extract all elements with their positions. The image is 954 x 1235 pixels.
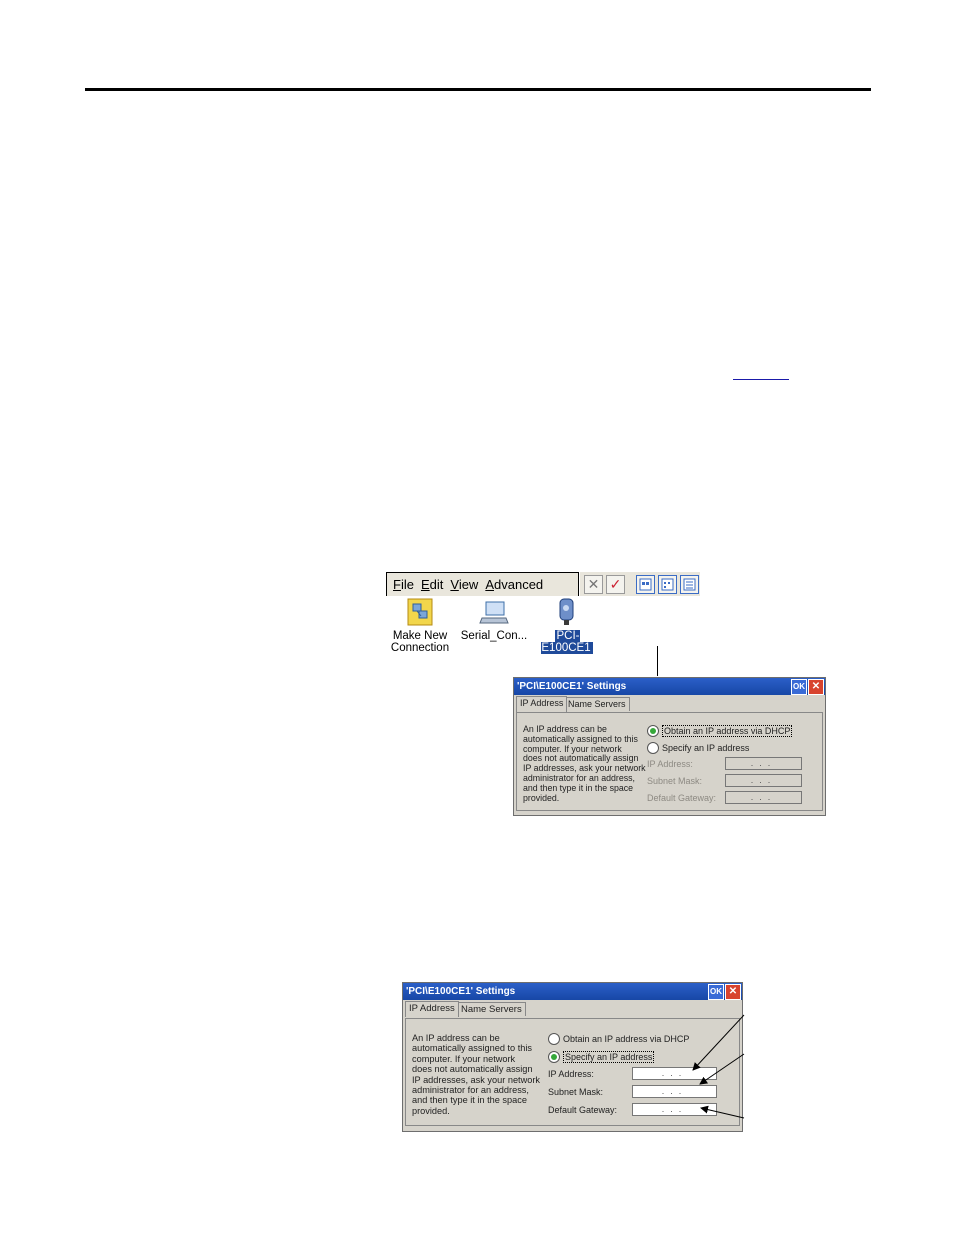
delete-icon[interactable]: ✕ [584, 575, 603, 594]
desc-line: does not automatically assign [412, 1064, 533, 1075]
ok-button[interactable]: OK [791, 679, 807, 695]
description-text: An IP address can be automatically assig… [412, 1033, 546, 1116]
default-gateway-label: Default Gateway: [647, 793, 717, 803]
ip-address-label: IP Address: [548, 1069, 594, 1079]
menubar: File Edit View Advanced [386, 572, 579, 597]
ip-address-field[interactable]: ... [632, 1067, 717, 1080]
serial-connection-label: Serial_Con... [460, 630, 528, 642]
tab-panel: An IP address can be automatically assig… [516, 712, 823, 811]
radio-obtain-dhcp[interactable]: Obtain an IP address via DHCP [647, 725, 793, 737]
desc-line: computer. If your network [412, 1053, 516, 1064]
subnet-mask-field[interactable]: ... [725, 774, 802, 787]
make-new-connection-label-1: Make New [392, 630, 448, 642]
default-gateway-field[interactable]: ... [725, 791, 802, 804]
top-rule [85, 88, 871, 91]
dialog-titlebar: 'PCI\E100CE1' Settings OK ✕ [403, 983, 742, 1000]
radio-obtain-dhcp[interactable]: Obtain an IP address via DHCP [548, 1033, 689, 1045]
details-view-icon[interactable] [680, 575, 699, 594]
pci-e100ce1-label: PCI-E100CE1 [541, 630, 593, 654]
tab-name-servers[interactable]: Name Servers [457, 1002, 526, 1016]
desc-line: An IP address can be [412, 1033, 500, 1043]
subnet-mask-field[interactable]: ... [632, 1085, 717, 1098]
default-gateway-label: Default Gateway: [548, 1105, 618, 1115]
radio-button[interactable] [647, 725, 659, 737]
properties-icon[interactable]: ✓ [606, 575, 625, 594]
make-new-connection[interactable]: Make New Connection [387, 596, 453, 654]
radio-label: Specify an IP address [662, 743, 750, 753]
tab-ip-address[interactable]: IP Address [516, 696, 568, 712]
close-button[interactable]: ✕ [808, 679, 824, 695]
make-new-connection-icon [404, 596, 436, 628]
subnet-mask-label: Subnet Mask: [548, 1087, 604, 1097]
menu-advanced[interactable]: Advanced [485, 577, 543, 592]
radio-button[interactable] [548, 1051, 560, 1063]
dialog-title: 'PCI\E100CE1' Settings [517, 681, 627, 692]
radio-label: Obtain an IP address via DHCP [662, 725, 793, 737]
radio-specify-ip[interactable]: Specify an IP address [647, 742, 749, 754]
settings-dialog-dhcp: 'PCI\E100CE1' Settings OK ✕ IP Address N… [513, 677, 826, 816]
serial-connection[interactable]: Serial_Con... [458, 596, 530, 642]
radio-button[interactable] [647, 742, 659, 754]
desc-line: provided. [523, 792, 560, 803]
desc-line: administrator for an address, [412, 1085, 529, 1096]
desc-line: and then type it in the space [412, 1095, 527, 1106]
tab-name-servers[interactable]: Name Servers [564, 697, 630, 711]
large-icons-view-icon[interactable] [636, 575, 655, 594]
toolbar: ✕ ✓ [580, 572, 700, 596]
default-gateway-field[interactable]: ... [632, 1103, 717, 1116]
settings-dialog-static: 'PCI\E100CE1' Settings OK ✕ IP Address N… [402, 982, 743, 1132]
radio-label: Specify an IP address [563, 1051, 655, 1063]
description-text: An IP address can be automatically assig… [523, 724, 651, 803]
connections-folder: Make New Connection Serial_Con... PCI-E1… [385, 596, 703, 666]
tab-ip-address[interactable]: IP Address [405, 1001, 459, 1017]
subnet-mask-label: Subnet Mask: [647, 776, 703, 786]
menu-edit[interactable]: Edit [421, 577, 443, 592]
ip-address-field[interactable]: ... [725, 757, 802, 770]
hyperlink-underline[interactable] [733, 379, 789, 380]
radio-label: Obtain an IP address via DHCP [563, 1034, 690, 1044]
menu-file[interactable]: File [393, 577, 414, 592]
desc-line: automatically assigned to this [412, 1043, 533, 1054]
network-adapter-icon [551, 596, 583, 628]
dialog-title: 'PCI\E100CE1' Settings [406, 986, 516, 997]
tab-panel: An IP address can be automatically assig… [405, 1018, 740, 1126]
make-new-connection-label-2: Connection [390, 642, 450, 654]
callout-connector-line [657, 646, 658, 676]
desc-line: IP addresses, ask your network [412, 1074, 541, 1085]
desc-line: provided. [412, 1105, 450, 1116]
radio-specify-ip[interactable]: Specify an IP address [548, 1051, 655, 1063]
ip-address-label: IP Address: [647, 759, 693, 769]
pci-e100ce1-connection[interactable]: PCI-E100CE1 [529, 596, 605, 654]
close-button[interactable]: ✕ [725, 984, 741, 1000]
dialog-titlebar: 'PCI\E100CE1' Settings OK ✕ [514, 678, 825, 695]
ok-button[interactable]: OK [708, 984, 724, 1000]
small-icons-view-icon[interactable] [658, 575, 677, 594]
laptop-icon [478, 596, 510, 628]
radio-button[interactable] [548, 1033, 560, 1045]
menu-view[interactable]: View [450, 577, 478, 592]
